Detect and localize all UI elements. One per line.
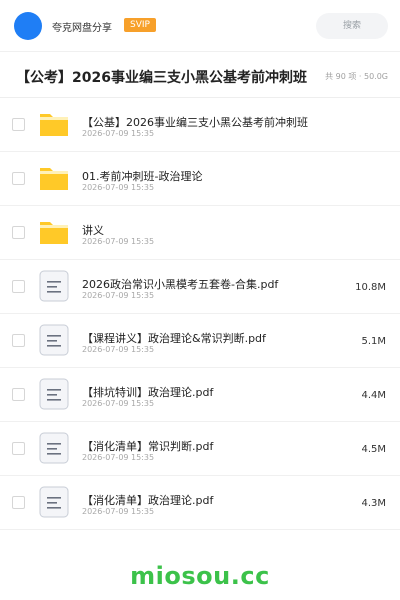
document-icon	[38, 432, 70, 464]
folder-meta: 共 90 项 · 50.0G	[325, 72, 388, 81]
file-date: 2026-07-09 15:35	[82, 507, 155, 516]
file-name: 01.考前冲刺班-政治理论	[82, 170, 203, 183]
file-size: 5.1M	[361, 336, 386, 347]
avatar[interactable]	[14, 12, 42, 40]
folder-icon	[38, 108, 70, 140]
folder-icon	[38, 216, 70, 248]
list-item[interactable]: 【课程讲义】政治理论&常识判断.pdf 2026-07-09 15:35 5.1…	[0, 314, 400, 368]
row-checkbox[interactable]	[12, 388, 25, 401]
svip-badge: SVIP	[124, 18, 156, 32]
list-item[interactable]: 2026政治常识小黑模考五套卷-合集.pdf 2026-07-09 15:35 …	[0, 260, 400, 314]
row-checkbox[interactable]	[12, 172, 25, 185]
watermark-logo: miosou.cc	[130, 562, 270, 590]
file-date: 2026-07-09 15:35	[82, 453, 155, 462]
file-date: 2026-07-09 15:35	[82, 399, 155, 408]
file-size: 4.5M	[361, 444, 386, 455]
file-name: 【排坑特训】政治理论.pdf	[82, 386, 214, 399]
file-date: 2026-07-09 15:35	[82, 237, 155, 246]
list-item[interactable]: 【公基】2026事业编三支小黑公基考前冲刺班 2026-07-09 15:35	[0, 98, 400, 152]
file-name: 2026政治常识小黑模考五套卷-合集.pdf	[82, 278, 279, 291]
document-icon	[38, 324, 70, 356]
file-name: 【课程讲义】政治理论&常识判断.pdf	[82, 332, 266, 345]
row-checkbox[interactable]	[12, 334, 25, 347]
document-icon	[38, 270, 70, 302]
page-title: 【公考】2026事业编三支小黑公基考前冲刺班	[16, 70, 307, 86]
document-icon	[38, 378, 70, 410]
list-item[interactable]: 讲义 2026-07-09 15:35	[0, 206, 400, 260]
top-bar: 夸克网盘分享 SVIP 搜索	[0, 0, 400, 52]
file-list: 【公基】2026事业编三支小黑公基考前冲刺班 2026-07-09 15:35 …	[0, 98, 400, 530]
folder-icon	[38, 162, 70, 194]
file-size: 10.8M	[355, 282, 386, 293]
folder-header: 【公考】2026事业编三支小黑公基考前冲刺班 共 90 项 · 50.0G	[0, 52, 400, 98]
list-item[interactable]: 【排坑特训】政治理论.pdf 2026-07-09 15:35 4.4M	[0, 368, 400, 422]
file-size: 4.4M	[361, 390, 386, 401]
list-item[interactable]: 【消化清单】常识判断.pdf 2026-07-09 15:35 4.5M	[0, 422, 400, 476]
row-checkbox[interactable]	[12, 280, 25, 293]
row-checkbox[interactable]	[12, 226, 25, 239]
file-size: 4.3M	[361, 498, 386, 509]
file-date: 2026-07-09 15:35	[82, 129, 155, 138]
document-icon	[38, 486, 70, 518]
row-checkbox[interactable]	[12, 118, 25, 131]
search-input[interactable]: 搜索	[316, 13, 388, 39]
file-name: 【公基】2026事业编三支小黑公基考前冲刺班	[82, 116, 308, 129]
file-date: 2026-07-09 15:35	[82, 345, 155, 354]
list-item[interactable]: 【消化清单】政治理论.pdf 2026-07-09 15:35 4.3M	[0, 476, 400, 530]
list-item[interactable]: 01.考前冲刺班-政治理论 2026-07-09 15:35	[0, 152, 400, 206]
row-checkbox[interactable]	[12, 496, 25, 509]
file-name: 【消化清单】常识判断.pdf	[82, 440, 214, 453]
share-name: 夸克网盘分享	[52, 23, 112, 34]
file-date: 2026-07-09 15:35	[82, 183, 155, 192]
file-date: 2026-07-09 15:35	[82, 291, 155, 300]
file-name: 讲义	[82, 224, 104, 237]
row-checkbox[interactable]	[12, 442, 25, 455]
file-name: 【消化清单】政治理论.pdf	[82, 494, 214, 507]
